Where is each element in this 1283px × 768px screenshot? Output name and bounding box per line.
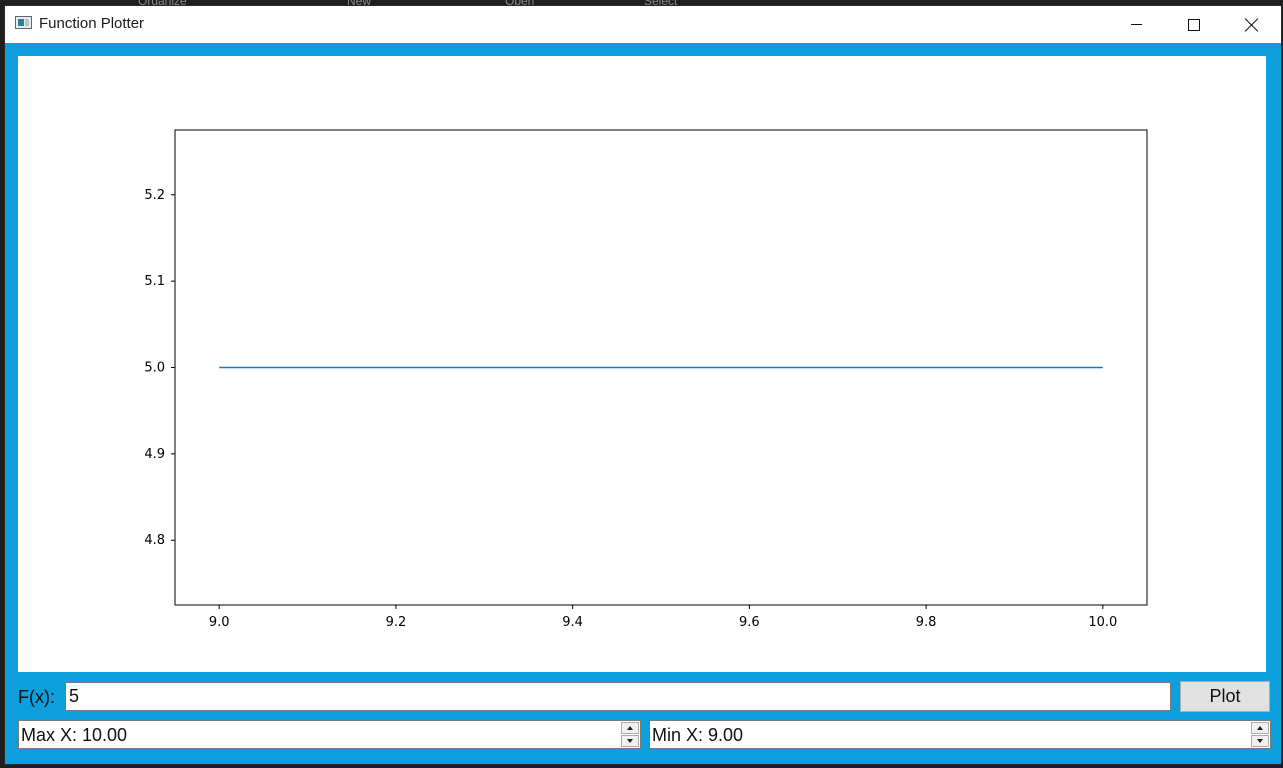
plot-button[interactable]: Plot <box>1180 681 1270 712</box>
x-tick-label: 9.4 <box>562 615 583 630</box>
y-tick-label: 5.1 <box>144 274 165 289</box>
min-x-value: Min X: 9.00 <box>652 725 744 745</box>
minimize-icon <box>1130 24 1142 25</box>
window-title: Function Plotter <box>39 15 145 32</box>
max-x-increment-button[interactable] <box>621 722 639 734</box>
y-tick-label: 4.9 <box>144 447 165 462</box>
maximize-button[interactable] <box>1165 6 1223 43</box>
min-x-decrement-button[interactable] <box>1251 735 1269 747</box>
max-x-value: Max X: 10.00 <box>21 725 128 745</box>
chart: 9.0 9.2 9.4 9.6 9.8 10.0 4.8 4.9 5.0 5.1 5.2 <box>144 129 1148 630</box>
close-icon <box>1245 18 1259 32</box>
title-bar[interactable]: Function Plotter <box>5 6 1281 43</box>
fx-label: F(x): <box>18 687 55 707</box>
min-x-spinbox[interactable]: Min X: 9.00 <box>649 720 1271 749</box>
max-x-spinbox[interactable]: Max X: 10.00 <box>18 720 641 749</box>
y-tick-label: 4.8 <box>144 533 165 548</box>
y-tick-label: 5.0 <box>144 361 165 376</box>
plot-canvas: 9.0 9.2 9.4 9.6 9.8 10.0 4.8 4.9 5.0 5.1 5.2 <box>18 56 1266 672</box>
x-tick-label: 9.8 <box>916 615 937 630</box>
chevron-up-icon <box>1257 726 1263 730</box>
minimize-button[interactable] <box>1107 6 1165 43</box>
x-tick-label: 9.2 <box>386 615 407 630</box>
app-window-icon <box>15 16 32 29</box>
function-plotter-window: Function Plotter 9.0 9.2 9.4 9.6 9.8 10.0 4.8 4… <box>5 6 1281 764</box>
x-tick-label: 9.6 <box>739 615 760 630</box>
chevron-up-icon <box>627 726 633 730</box>
max-x-decrement-button[interactable] <box>621 735 639 747</box>
min-x-increment-button[interactable] <box>1251 722 1269 734</box>
x-tick-label: 10.0 <box>1088 615 1117 630</box>
chevron-down-icon <box>627 739 633 743</box>
close-button[interactable] <box>1223 6 1281 43</box>
x-tick-label: 9.0 <box>209 615 230 630</box>
chevron-down-icon <box>1257 739 1263 743</box>
y-tick-label: 5.2 <box>144 188 165 203</box>
maximize-icon <box>1188 18 1200 31</box>
function-input[interactable] <box>65 682 1171 711</box>
